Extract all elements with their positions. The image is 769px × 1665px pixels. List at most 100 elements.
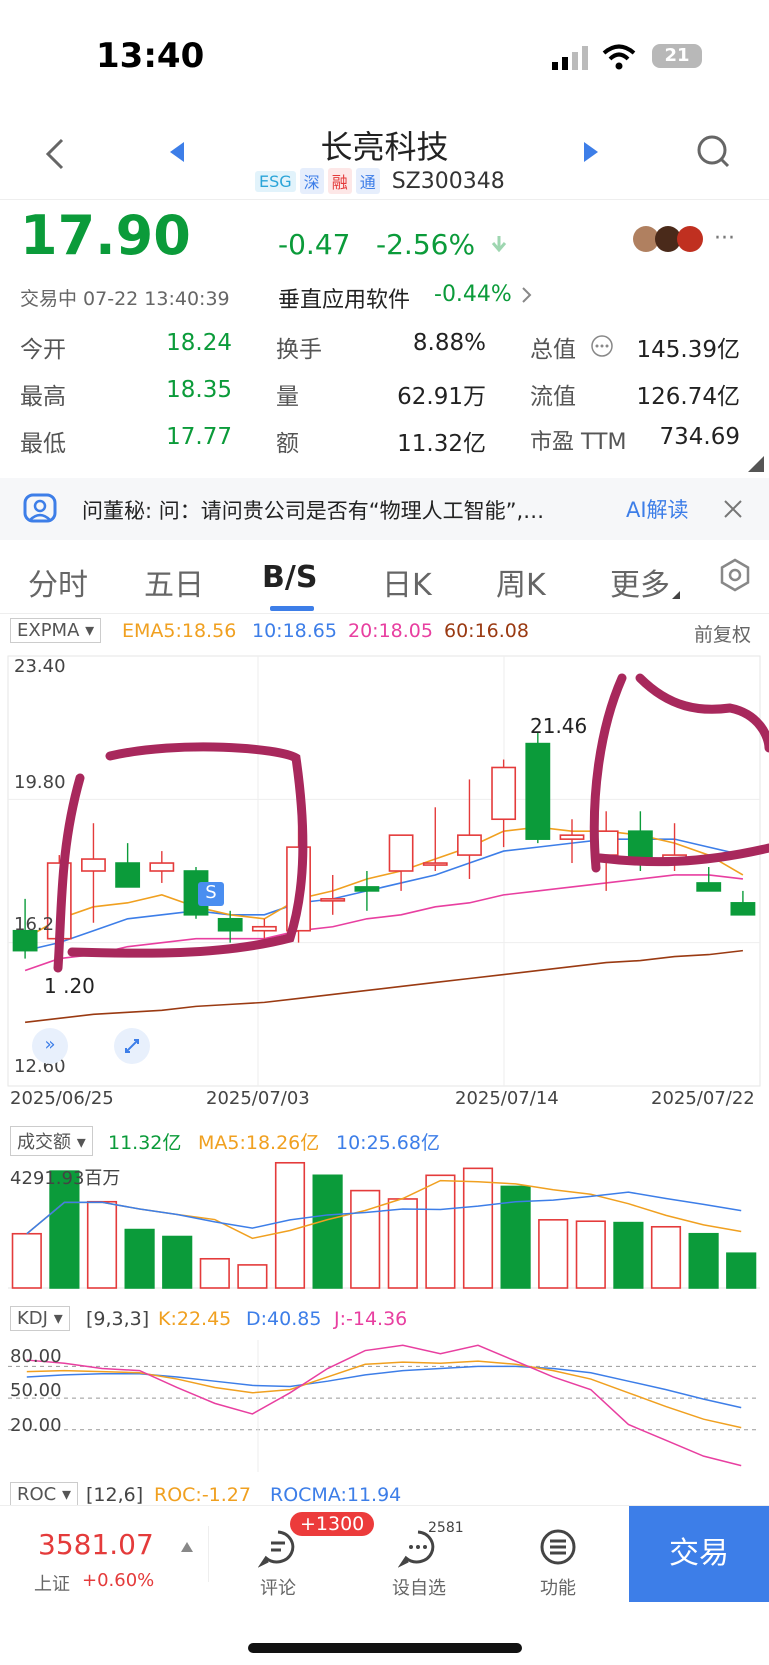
close-icon[interactable] xyxy=(722,498,744,520)
index-name: 上证 xyxy=(34,1574,70,1595)
candle-body xyxy=(457,834,482,856)
sector-name[interactable]: 垂直应用软件 xyxy=(278,282,410,314)
stat-value: 18.35 xyxy=(166,377,232,403)
volume-bar xyxy=(124,1228,155,1289)
divider xyxy=(208,1526,209,1582)
tab-intraday[interactable]: 分时 xyxy=(28,560,88,604)
volume-legend-0: 11.32亿 xyxy=(108,1132,182,1154)
chevron-right-icon[interactable] xyxy=(520,284,534,306)
candle-body xyxy=(696,882,722,892)
kdj-legend-1: D:40.85 xyxy=(246,1308,322,1330)
next-stock-icon[interactable] xyxy=(580,140,600,164)
ema60-line xyxy=(24,949,744,1024)
last-price: 17.90 xyxy=(20,204,191,267)
kline-chart[interactable] xyxy=(0,648,769,1093)
kdj-indicator-select[interactable]: KDJ ▾ xyxy=(10,1306,70,1331)
kdj-legend-2: J:-14.36 xyxy=(334,1308,408,1330)
stock-header: 长亮科技 ESG 深 融 通 SZ300348 xyxy=(0,110,769,200)
y-label-low: 16.2 xyxy=(14,914,55,935)
stock-name: 长亮科技 xyxy=(320,128,449,166)
bottom-toolbar: 3581.07 上证 +0.60% +1300 评论 2581 设自选 功能 交… xyxy=(0,1505,769,1602)
volume-bar xyxy=(425,1174,456,1289)
roc-params: [12,6] xyxy=(86,1484,144,1506)
tab-week-k[interactable]: 周K xyxy=(496,560,546,604)
ai-read-link[interactable]: AI解读 xyxy=(626,494,689,524)
volume-bar xyxy=(688,1232,719,1289)
qa-banner[interactable]: 问董秘: 问：请问贵公司是否有“物理人工智能”,… AI解读 xyxy=(0,478,769,540)
ema-legend-2: 20:18.05 xyxy=(348,620,433,642)
volume-indicator-select[interactable]: 成交额 ▾ xyxy=(10,1126,93,1156)
tab-bs[interactable]: B/S xyxy=(262,560,317,595)
roc-indicator-select[interactable]: ROC ▾ xyxy=(10,1482,79,1507)
adjust-mode[interactable]: 前复权 xyxy=(694,620,751,647)
candle-body xyxy=(81,858,106,872)
trading-status: 交易中 07-22 13:40:39 xyxy=(20,288,230,310)
kdj-k-line xyxy=(26,1360,742,1429)
signal-marker[interactable]: S xyxy=(198,882,224,906)
tab-day-k[interactable]: 日K xyxy=(382,560,432,604)
tab-five-day[interactable]: 五日 xyxy=(144,560,204,604)
x-label-0: 2025/06/25 xyxy=(10,1088,114,1109)
home-indicator[interactable] xyxy=(248,1643,522,1653)
volume-max-label: 4291.93百万 xyxy=(10,1168,121,1189)
indicator-select[interactable]: EXPMA ▾ xyxy=(10,618,102,643)
tab-more[interactable]: 更多 xyxy=(610,560,670,604)
index-up-icon xyxy=(180,1538,194,1552)
function-label[interactable]: 功能 xyxy=(540,1574,576,1600)
y-label-mid: 19.80 xyxy=(14,772,66,793)
high-label: 21.46 xyxy=(530,714,588,738)
candle-body xyxy=(388,834,414,872)
expand-corner-icon[interactable] xyxy=(748,456,764,472)
dropdown-corner-icon xyxy=(672,584,680,599)
candle-body xyxy=(559,834,585,840)
more-icon[interactable]: ··· xyxy=(714,226,735,251)
volume-bar xyxy=(274,1161,306,1289)
stock-tags: ESG 深 融 通 SZ300348 xyxy=(255,168,505,194)
price-change-pct: -2.56% xyxy=(376,228,476,261)
stat-value: 126.74亿 xyxy=(636,384,740,410)
trade-button[interactable]: 交易 xyxy=(629,1506,769,1602)
volume-bar xyxy=(575,1220,606,1289)
settings-icon[interactable] xyxy=(718,558,752,592)
volume-bar xyxy=(462,1167,494,1289)
function-icon[interactable] xyxy=(538,1528,578,1568)
kdj-level-80: 80.00 xyxy=(10,1346,62,1367)
volume-bar xyxy=(237,1264,268,1289)
volume-indicator-label: 成交额 xyxy=(17,1132,71,1153)
ema-legend-0: EMA5:18.56 xyxy=(122,620,237,642)
sector-pct: -0.44% xyxy=(434,282,512,307)
kdj-indicator-label: KDJ xyxy=(17,1308,48,1329)
candle-body xyxy=(422,862,448,866)
stat-value: 62.91万 xyxy=(397,384,486,410)
user-avatars[interactable] xyxy=(632,224,704,254)
volume-bar xyxy=(613,1221,644,1289)
kdj-level-20: 20.00 xyxy=(10,1415,62,1436)
kdj-level-50: 50.00 xyxy=(10,1380,62,1401)
watch-label[interactable]: 设自选 xyxy=(392,1574,446,1600)
stock-code: SZ300348 xyxy=(391,168,505,194)
candle-body xyxy=(115,862,141,888)
candle-body xyxy=(320,898,346,902)
index-pct: +0.60% xyxy=(82,1570,155,1591)
active-tab-indicator xyxy=(270,606,314,611)
stat-value: 17.77 xyxy=(166,424,232,450)
chart-tabs: 分时 五日 B/S 日K 周K 更多 xyxy=(0,540,769,614)
fullscreen-icon[interactable] xyxy=(114,1028,150,1064)
status-bar: 13:40 21 xyxy=(0,0,769,110)
search-icon[interactable] xyxy=(694,132,734,172)
kdj-chart[interactable] xyxy=(0,1336,769,1476)
status-time: 13:40 xyxy=(96,36,205,76)
candle-body xyxy=(525,742,551,840)
comment-icon[interactable] xyxy=(257,1528,298,1568)
expand-left-icon[interactable]: » xyxy=(32,1028,68,1064)
wifi-icon xyxy=(602,44,636,70)
stat-value: 18.24 xyxy=(166,330,232,356)
roc-indicator-label: ROC xyxy=(17,1484,57,1505)
volume-bar xyxy=(650,1225,682,1289)
index-value[interactable]: 3581.07 xyxy=(38,1528,154,1561)
tag-rong: 融 xyxy=(327,168,352,194)
comment-label[interactable]: 评论 xyxy=(260,1574,296,1600)
candle-body xyxy=(217,917,243,932)
candle-body xyxy=(251,925,277,932)
stat-value: 145.39亿 xyxy=(636,337,740,363)
